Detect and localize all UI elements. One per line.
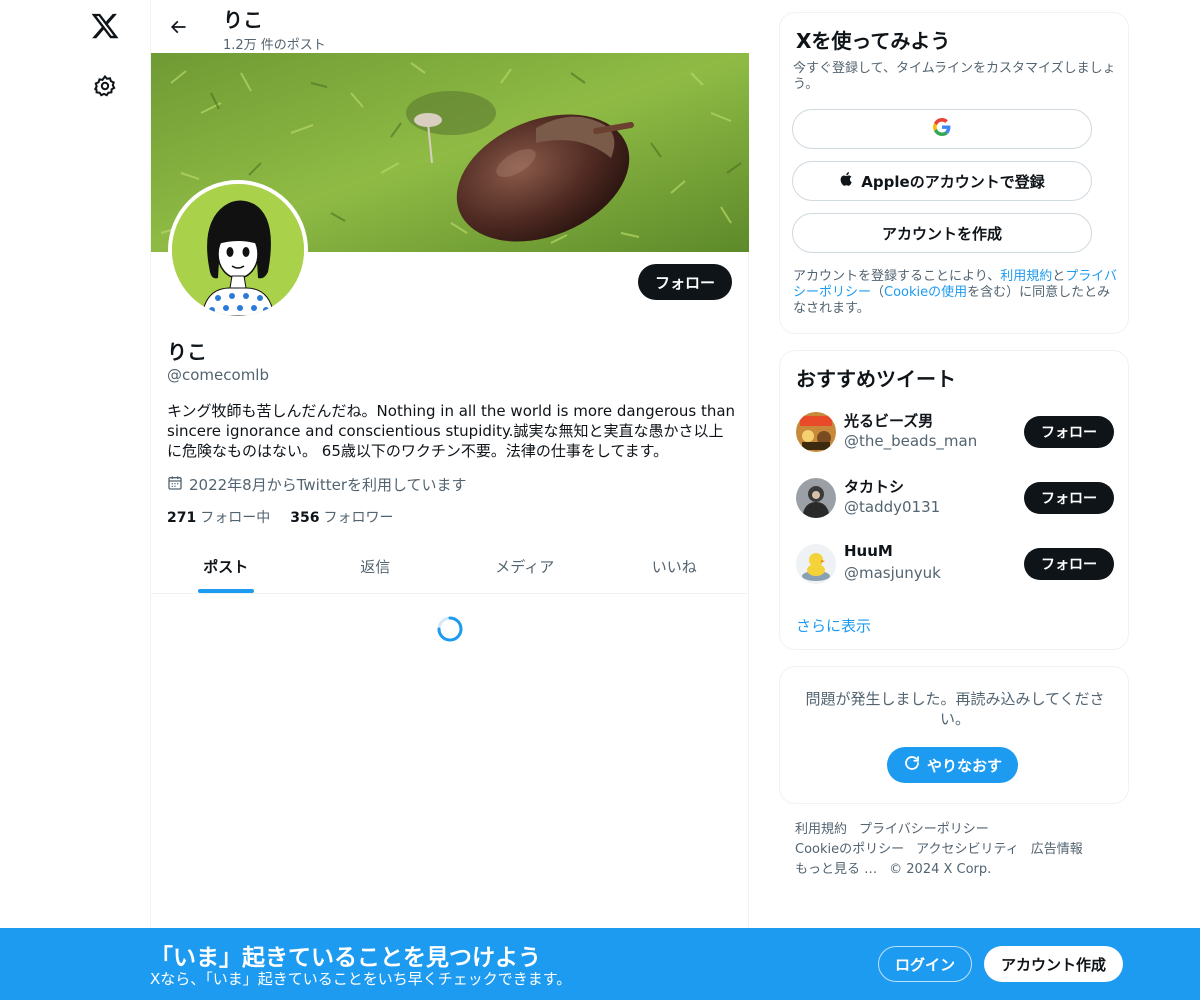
footer-privacy-link[interactable]: プライバシーポリシー	[859, 822, 989, 837]
profile-avatar[interactable]	[168, 180, 308, 320]
joined-text: 2022年8月からTwitterを利用しています	[189, 476, 467, 494]
calendar-icon	[167, 475, 183, 495]
login-button[interactable]: ログイン	[878, 946, 972, 982]
tab-likes[interactable]: いいね	[600, 540, 750, 593]
rec-name: HuuM	[844, 542, 893, 560]
profile-name: りこ	[167, 340, 207, 364]
footer-accessibility-link[interactable]: アクセシビリティ	[916, 842, 1019, 857]
following-label: フォロー中	[200, 510, 271, 526]
followers-label: フォロワー	[323, 510, 394, 526]
x-logo-icon[interactable]	[90, 11, 120, 41]
create-account-button[interactable]: アカウントを作成	[792, 213, 1092, 253]
following-count: 271	[167, 510, 197, 526]
following-link[interactable]: 271 フォロー中	[167, 507, 270, 527]
footer-terms-link[interactable]: 利用規約	[795, 822, 847, 837]
retry-label: やりなおす	[927, 756, 1003, 775]
error-message: 問題が発生しました。再読み込みしてください。	[805, 690, 1105, 728]
terms-link[interactable]: 利用規約	[1000, 269, 1052, 284]
create-account-label: アカウントを作成	[881, 224, 1002, 243]
recommendations-card: おすすめツイート 光るビーズ男 @the_beads_man フォロー タカトシ…	[779, 350, 1129, 650]
signup-subtitle: 今すぐ登録して、タイムラインをカスタマイズしましょう。	[793, 61, 1116, 92]
apple-icon	[839, 170, 855, 192]
followers-count: 356	[290, 510, 320, 526]
tab-label: メディア	[495, 558, 555, 576]
follow-button[interactable]: フォロー	[1024, 548, 1114, 580]
footer-cookie-link[interactable]: Cookieのポリシー	[795, 842, 904, 857]
signup-button[interactable]: アカウント作成	[984, 946, 1123, 982]
tab-media[interactable]: メディア	[450, 540, 600, 593]
profile-bio: キング牧師も苦しんだんだね。Nothing in all the world i…	[167, 402, 736, 460]
follow-button[interactable]: フォロー	[637, 264, 732, 300]
tab-label: 返信	[360, 558, 391, 576]
footer-more-link[interactable]: もっと見る …	[795, 862, 877, 877]
avatar[interactable]	[796, 412, 836, 452]
profile-handle: @comecomlb	[167, 366, 269, 384]
error-card: 問題が発生しました。再読み込みしてください。 やりなおす	[779, 666, 1129, 804]
show-more-link[interactable]: さらに表示	[796, 615, 871, 636]
rec-handle: @the_beads_man	[844, 432, 978, 450]
avatar[interactable]	[796, 478, 836, 518]
banner-title: 「いま」起きていることを見つけよう	[150, 945, 541, 971]
signup-card: Xを使ってみよう 今すぐ登録して、タイムラインをカスタマイズしましょう。 App…	[779, 12, 1129, 334]
followers-link[interactable]: 356 フォロワー	[290, 507, 393, 527]
footer-links: 利用規約 プライバシーポリシー Cookieのポリシー アクセシビリティ 広告情報 も…	[795, 820, 1115, 880]
tab-label: ポスト	[203, 558, 249, 576]
legal-and: と	[1052, 269, 1066, 284]
footer-ads-link[interactable]: 広告情報	[1031, 842, 1083, 857]
refresh-icon	[903, 754, 921, 776]
left-nav	[60, 0, 150, 1000]
signup-bottom-banner: 「いま」起きていることを見つけよう Xなら、「いま」起きていることをいち早くチェ…	[0, 928, 1200, 1000]
tab-replies[interactable]: 返信	[301, 540, 451, 593]
tab-posts[interactable]: ポスト	[151, 540, 301, 593]
footer-copyright: © 2024 X Corp.	[889, 862, 992, 877]
google-icon	[933, 118, 951, 140]
list-item[interactable]: 光るビーズ男 @the_beads_man フォロー	[796, 407, 1114, 457]
profile-stats: 271 フォロー中 356 フォロワー	[167, 507, 393, 527]
follow-button[interactable]: フォロー	[1024, 416, 1114, 448]
cookie-link[interactable]: Cookieの使用	[884, 285, 967, 300]
gear-icon[interactable]	[93, 74, 117, 98]
signup-title: Xを使ってみよう	[796, 29, 951, 53]
tab-label: いいね	[651, 558, 697, 576]
profile-header-bar: りこ 1.2万 件のポスト	[151, 0, 749, 53]
retry-button[interactable]: やりなおす	[887, 747, 1019, 783]
signup-legal-text: アカウントを登録することにより、利用規約とプライバシーポリシー（Cookieの使…	[793, 269, 1123, 317]
rec-name: タカトシ	[844, 478, 905, 496]
legal-paren: （	[871, 285, 885, 300]
apple-signup-label: Appleのアカウントで登録	[861, 172, 1045, 191]
follow-button[interactable]: フォロー	[1024, 482, 1114, 514]
avatar[interactable]	[796, 544, 836, 584]
profile-column: りこ 1.2万 件のポスト フォロー りこ @comecomlb キング牧師も苦…	[150, 0, 749, 1000]
banner-subtitle: Xなら、「いま」起きていることをいち早くチェックできます。	[150, 970, 572, 988]
back-arrow-icon[interactable]	[163, 12, 193, 42]
loading-spinner-icon	[437, 616, 463, 642]
header-profile-name: りこ	[223, 8, 263, 32]
rec-handle: @masjunyuk	[844, 564, 941, 582]
list-item[interactable]: HuuM @masjunyuk フォロー	[796, 539, 1114, 589]
apple-signup-button[interactable]: Appleのアカウントで登録	[792, 161, 1092, 201]
rec-name: 光るビーズ男	[844, 412, 934, 430]
tab-active-indicator	[197, 589, 254, 593]
legal-pre: アカウントを登録することにより、	[793, 269, 1001, 284]
rec-handle: @taddy0131	[844, 498, 941, 516]
header-post-count: 1.2万 件のポスト	[223, 38, 326, 53]
profile-joined: 2022年8月からTwitterを利用しています	[167, 474, 467, 495]
profile-tabs: ポスト 返信 メディア いいね	[151, 540, 749, 594]
google-signup-button[interactable]	[792, 109, 1092, 149]
recommendations-title: おすすめツイート	[796, 367, 956, 391]
list-item[interactable]: タカトシ @taddy0131 フォロー	[796, 473, 1114, 523]
